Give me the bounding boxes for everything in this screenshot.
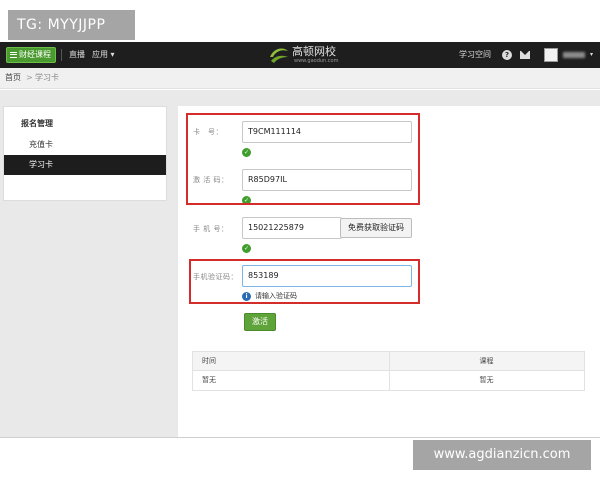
username-blurred[interactable]	[563, 52, 585, 58]
nav-apps-dropdown[interactable]: 应用 ▾	[92, 42, 115, 68]
mail-icon[interactable]	[520, 51, 530, 59]
get-sms-code-button[interactable]: 免费获取验证码	[340, 218, 412, 238]
logo-swirl-icon	[270, 48, 288, 63]
sidebar-title: 报名管理	[21, 119, 53, 128]
breadcrumb-separator: >	[26, 73, 33, 82]
breadcrumb-current: 学习卡	[35, 73, 59, 82]
menu-icon	[10, 50, 17, 59]
nav-divider	[61, 49, 62, 61]
page: 财经课程 直播 应用 ▾ 高顿网校 www.gaodun.com 学习空间 ? …	[0, 0, 600, 480]
breadcrumb: 首页 > 学习卡	[0, 68, 600, 89]
watermark-bottom: www.agdianzicn.com	[413, 440, 591, 470]
sidebar: 报名管理 充值卡 学习卡	[3, 106, 167, 201]
table-cell-course: 暂无	[479, 376, 494, 384]
top-navbar: 财经课程 直播 应用 ▾ 高顿网校 www.gaodun.com 学习空间 ? …	[0, 42, 600, 68]
help-icon[interactable]: ?	[502, 50, 512, 60]
user-menu-caret-icon[interactable]: ▾	[590, 42, 593, 68]
table-header-course: 课程	[479, 357, 494, 365]
logo-url: www.gaodun.com	[294, 58, 339, 64]
activation-record-table: 时间 课程 暂无 暂无	[192, 351, 585, 391]
finance-course-label: 财经课程	[19, 50, 51, 59]
site-logo[interactable]: 高顿网校 www.gaodun.com	[268, 45, 368, 65]
phone-input[interactable]: 15021225879	[242, 217, 342, 239]
phone-label: 手 机 号：	[193, 225, 229, 233]
watermark-top: TG: MYYJJPP	[8, 10, 135, 40]
breadcrumb-home[interactable]: 首页	[5, 68, 21, 88]
nav-live-link[interactable]: 直播	[69, 42, 85, 68]
table-cell-time: 暂无	[202, 376, 216, 384]
sidebar-item-recharge-card[interactable]: 充值卡	[4, 135, 166, 155]
table-column-divider	[389, 352, 390, 390]
study-space-link[interactable]: 学习空间	[459, 42, 491, 68]
phone-valid-icon: ✓	[242, 244, 251, 253]
sidebar-item-study-card[interactable]: 学习卡	[4, 155, 166, 175]
logo-title: 高顿网校	[292, 45, 336, 58]
finance-course-button[interactable]: 财经课程	[6, 47, 56, 63]
highlight-box-card-fields	[186, 113, 420, 205]
table-header-time: 时间	[202, 357, 216, 365]
footer-divider	[0, 437, 600, 438]
highlight-box-sms-code	[189, 259, 420, 304]
avatar[interactable]	[544, 48, 558, 62]
activate-button[interactable]: 激活	[244, 313, 276, 331]
